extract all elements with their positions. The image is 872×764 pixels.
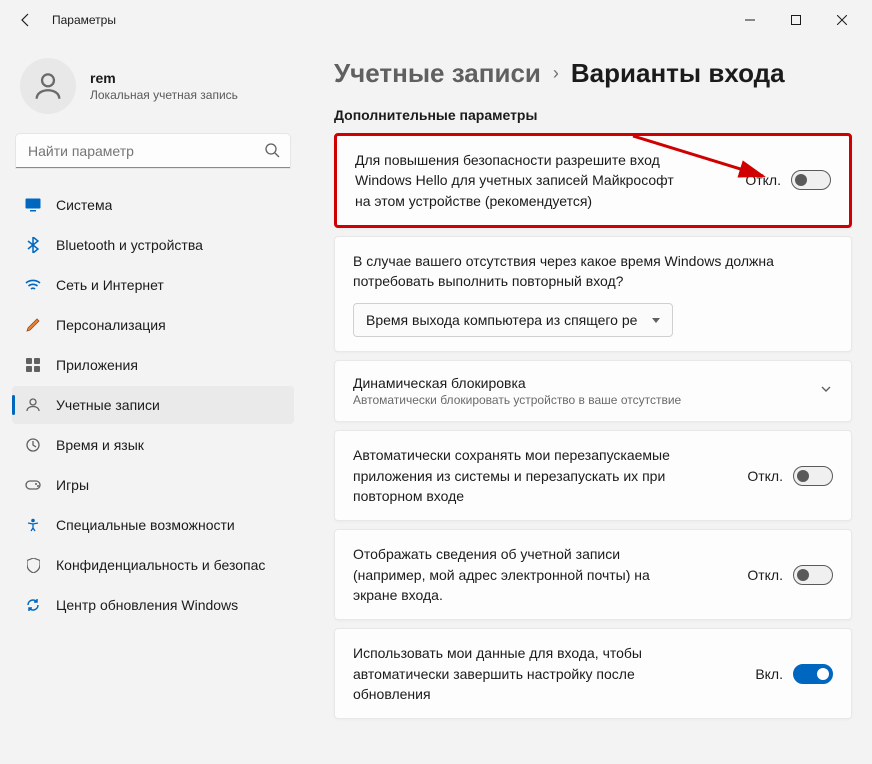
card-reauth-timeout: В случае вашего отсутствия через какое в…	[334, 236, 852, 353]
minimize-button[interactable]	[728, 4, 772, 36]
person-icon	[24, 396, 42, 414]
maximize-button[interactable]	[774, 4, 818, 36]
toggle-state-label: Откл.	[747, 567, 783, 583]
card-text: Использовать мои данные для входа, чтобы…	[353, 643, 693, 704]
shield-icon	[24, 556, 42, 574]
card-text: В случае вашего отсутствия через какое в…	[353, 251, 833, 292]
card-title: Динамическая блокировка	[353, 375, 803, 391]
bluetooth-icon	[24, 236, 42, 254]
accessibility-icon	[24, 516, 42, 534]
window-title: Параметры	[52, 13, 116, 27]
avatar	[20, 58, 76, 114]
profile-block[interactable]: rem Локальная учетная запись	[8, 48, 298, 134]
chevron-down-icon[interactable]	[819, 382, 833, 401]
card-text: Для повышения безопасности разрешите вхо…	[355, 150, 675, 211]
dropdown-reauth[interactable]: Время выхода компьютера из спящего ре	[353, 303, 673, 337]
profile-name: rem	[90, 70, 238, 86]
apps-icon	[24, 356, 42, 374]
breadcrumb-parent[interactable]: Учетные записи	[334, 58, 541, 89]
section-title: Дополнительные параметры	[334, 107, 852, 123]
search-input[interactable]	[16, 134, 290, 168]
sidebar-item-personalization[interactable]: Персонализация	[12, 306, 294, 344]
wifi-icon	[24, 276, 42, 294]
close-button[interactable]	[820, 4, 864, 36]
card-account-info: Отображать сведения об учетной записи (н…	[334, 529, 852, 620]
monitor-icon	[24, 196, 42, 214]
sidebar-item-bluetooth[interactable]: Bluetooth и устройства	[12, 226, 294, 264]
brush-icon	[24, 316, 42, 334]
card-subtitle: Автоматически блокировать устройство в в…	[353, 393, 803, 407]
card-finish-setup: Использовать мои данные для входа, чтобы…	[334, 628, 852, 719]
update-icon	[24, 596, 42, 614]
sidebar-item-accessibility[interactable]: Специальные возможности	[12, 506, 294, 544]
card-text: Автоматически сохранять мои перезапускае…	[353, 445, 693, 506]
toggle-state-label: Вкл.	[755, 666, 783, 682]
profile-subtitle: Локальная учетная запись	[90, 88, 238, 102]
toggle-windows-hello[interactable]	[791, 170, 831, 190]
sidebar-item-accounts[interactable]: Учетные записи	[12, 386, 294, 424]
sidebar-item-apps[interactable]: Приложения	[12, 346, 294, 384]
chevron-right-icon: ›	[553, 63, 559, 84]
sidebar-item-update[interactable]: Центр обновления Windows	[12, 586, 294, 624]
card-restart-apps: Автоматически сохранять мои перезапускае…	[334, 430, 852, 521]
card-dynamic-lock[interactable]: Динамическая блокировка Автоматически бл…	[334, 360, 852, 422]
toggle-finish-setup[interactable]	[793, 664, 833, 684]
sidebar-item-system[interactable]: Система	[12, 186, 294, 224]
search-icon	[264, 142, 280, 163]
sidebar-item-time-language[interactable]: Время и язык	[12, 426, 294, 464]
breadcrumb-current: Варианты входа	[571, 58, 785, 89]
toggle-restart-apps[interactable]	[793, 466, 833, 486]
card-windows-hello: Для повышения безопасности разрешите вхо…	[334, 133, 852, 228]
card-text: Отображать сведения об учетной записи (н…	[353, 544, 693, 605]
sidebar-item-network[interactable]: Сеть и Интернет	[12, 266, 294, 304]
toggle-state-label: Откл.	[747, 468, 783, 484]
sidebar-item-gaming[interactable]: Игры	[12, 466, 294, 504]
clock-icon	[24, 436, 42, 454]
sidebar-item-privacy[interactable]: Конфиденциальность и безопас	[12, 546, 294, 584]
breadcrumb: Учетные записи › Варианты входа	[334, 58, 852, 89]
back-button[interactable]	[8, 2, 44, 38]
toggle-account-info[interactable]	[793, 565, 833, 585]
gamepad-icon	[24, 476, 42, 494]
annotation-arrow	[633, 136, 793, 192]
